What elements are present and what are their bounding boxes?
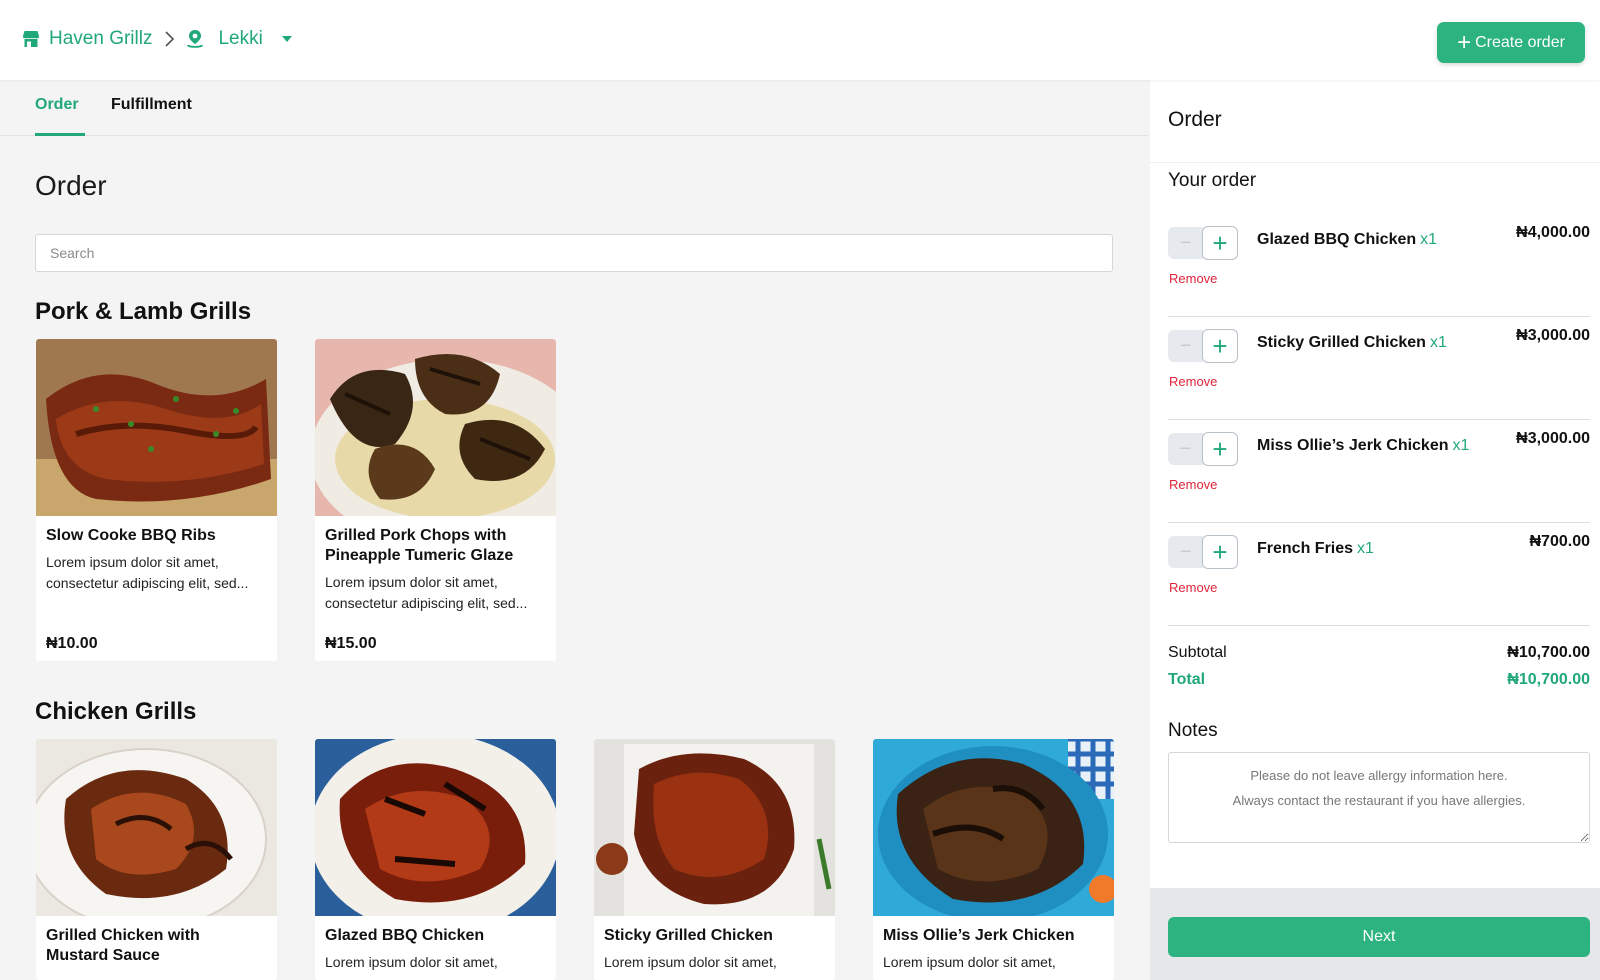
menu-item-price: ₦15.00 (325, 635, 377, 652)
order-item-qty: x1 (1420, 231, 1438, 248)
order-item-price: ₦3,000.00 (1516, 430, 1590, 447)
menu-item-name: Miss Ollie’s Jerk Chicken (883, 927, 1075, 944)
remove-item-link[interactable]: Remove (1169, 374, 1217, 389)
search-input[interactable] (35, 234, 1113, 272)
divider (1150, 162, 1600, 163)
mustard-chicken-photo (36, 739, 277, 916)
create-order-button[interactable]: + Create order (1437, 22, 1585, 63)
store-icon (23, 31, 39, 47)
sticky-chicken-photo (594, 739, 835, 916)
breadcrumb: Haven Grillz Lekki (22, 26, 293, 52)
quantity-stepper: − + (1168, 432, 1238, 466)
quantity-stepper: − + (1168, 535, 1238, 569)
page-title: Order (35, 170, 107, 201)
your-order-heading: Your order (1168, 170, 1257, 191)
menu-item-name: Glazed BBQ Chicken (325, 927, 485, 944)
total-label: Total (1168, 671, 1206, 688)
tab-order[interactable]: Order (35, 96, 85, 136)
menu-item-description: Lorem ipsum dolor sit amet, (46, 554, 219, 570)
tab-fulfillment[interactable]: Fulfillment (111, 96, 192, 136)
section-title-pork-lamb: Pork & Lamb Grills (35, 298, 252, 325)
order-item-price: ₦4,000.00 (1516, 224, 1590, 241)
menu-card[interactable]: Glazed BBQ Chicken Lorem ipsum dolor sit… (315, 739, 556, 980)
plus-icon: + (1457, 28, 1472, 56)
tab-bar: Order Fulfillment (0, 80, 1148, 136)
plus-icon[interactable]: + (1202, 432, 1238, 466)
order-item-name: French Fries x1 (1257, 540, 1374, 557)
menu-item-description: Lorem ipsum dolor sit amet, (604, 954, 777, 970)
order-item-price: ₦700.00 (1529, 533, 1591, 550)
menu-item-name: Slow Cooke BBQ Ribs (46, 527, 216, 544)
order-item: − + Sticky Grilled Chicken x1 ₦3,000.00 R… (1168, 317, 1590, 420)
order-item-qty: x1 (1429, 334, 1447, 351)
create-order-label: Create order (1475, 33, 1565, 51)
menu-item-description: consectetur adipiscing elit, sed... (325, 595, 528, 611)
caret-down-icon[interactable] (281, 34, 293, 44)
menu-card[interactable]: Grilled Chicken with Mustard Sauce (36, 739, 277, 980)
minus-icon[interactable]: − (1168, 433, 1203, 465)
bbq-ribs-photo (36, 339, 277, 516)
panel-footer: Next (1150, 888, 1600, 980)
jerk-chicken-photo (873, 739, 1114, 916)
menu-item-description: Lorem ipsum dolor sit amet, (325, 954, 498, 970)
location-pin-icon (187, 30, 204, 48)
order-item-name: Sticky Grilled Chicken x1 (1257, 334, 1447, 351)
order-item-price: ₦3,000.00 (1516, 327, 1590, 344)
menu-item-name: Grilled Chicken with Mustard Sauce (46, 927, 200, 964)
top-bar: Haven Grillz Lekki + Create order (0, 0, 1600, 80)
section-title-chicken: Chicken Grills (35, 698, 197, 725)
order-item: − + Glazed BBQ Chicken x1 ₦4,000.00 Remov… (1168, 214, 1590, 317)
divider (1168, 625, 1590, 626)
location-selector[interactable]: Lekki (218, 28, 262, 50)
subtotal-label: Subtotal (1168, 644, 1227, 661)
minus-icon[interactable]: − (1168, 227, 1203, 259)
glazed-bbq-chicken-photo (315, 739, 556, 916)
menu-item-name: Grilled Pork Chops with Pineapple Tumeri… (325, 527, 514, 564)
order-item-name: Miss Ollie’s Jerk Chicken x1 (1257, 437, 1470, 454)
order-item-name: Glazed BBQ Chicken x1 (1257, 231, 1438, 248)
menu-item-price: ₦10.00 (46, 635, 98, 652)
menu-card[interactable]: Miss Ollie’s Jerk Chicken Lorem ipsum do… (873, 739, 1114, 980)
menu-item-name: Sticky Grilled Chicken (604, 927, 773, 944)
next-button[interactable]: Next (1168, 917, 1590, 957)
notes-field[interactable] (1168, 752, 1590, 843)
menu-item-description: Lorem ipsum dolor sit amet, (883, 954, 1056, 970)
order-item: − + French Fries x1 ₦700.00 Remove (1168, 523, 1590, 626)
plus-icon[interactable]: + (1202, 329, 1238, 363)
subtotal-value: ₦10,700.00 (1507, 644, 1590, 661)
plus-icon[interactable]: + (1202, 226, 1238, 260)
panel-title: Order (1168, 108, 1222, 131)
minus-icon[interactable]: − (1168, 330, 1203, 362)
menu-card[interactable]: Grilled Pork Chops with Pineapple Tumeri… (315, 339, 556, 661)
menu-item-description: Lorem ipsum dolor sit amet, (325, 574, 498, 590)
store-name-link[interactable]: Haven Grillz (49, 28, 152, 50)
order-item-qty: x1 (1452, 437, 1470, 454)
plus-icon[interactable]: + (1202, 535, 1238, 569)
minus-icon[interactable]: − (1168, 536, 1203, 568)
remove-item-link[interactable]: Remove (1169, 271, 1217, 286)
menu-item-description: consectetur adipiscing elit, sed... (46, 575, 249, 591)
remove-item-link[interactable]: Remove (1169, 477, 1217, 492)
pork-chops-photo (315, 339, 556, 516)
main-content: Order Fulfillment Order Pork & Lamb Gril… (0, 80, 1148, 980)
order-panel: Order Your order − + Glazed BBQ Chicken x… (1150, 80, 1600, 980)
remove-item-link[interactable]: Remove (1169, 580, 1217, 595)
order-item: − + Miss Ollie’s Jerk Chicken x1 ₦3,000.0… (1168, 420, 1590, 523)
menu-card[interactable]: Sticky Grilled Chicken Lorem ipsum dolor… (594, 739, 835, 980)
order-item-qty: x1 (1357, 540, 1374, 557)
chevron-right-icon (165, 31, 175, 47)
quantity-stepper: − + (1168, 226, 1238, 260)
menu-card[interactable]: Slow Cooke BBQ Ribs Lorem ipsum dolor si… (36, 339, 277, 661)
quantity-stepper: − + (1168, 329, 1238, 363)
notes-label: Notes (1168, 720, 1218, 741)
total-value: ₦10,700.00 (1507, 671, 1590, 688)
